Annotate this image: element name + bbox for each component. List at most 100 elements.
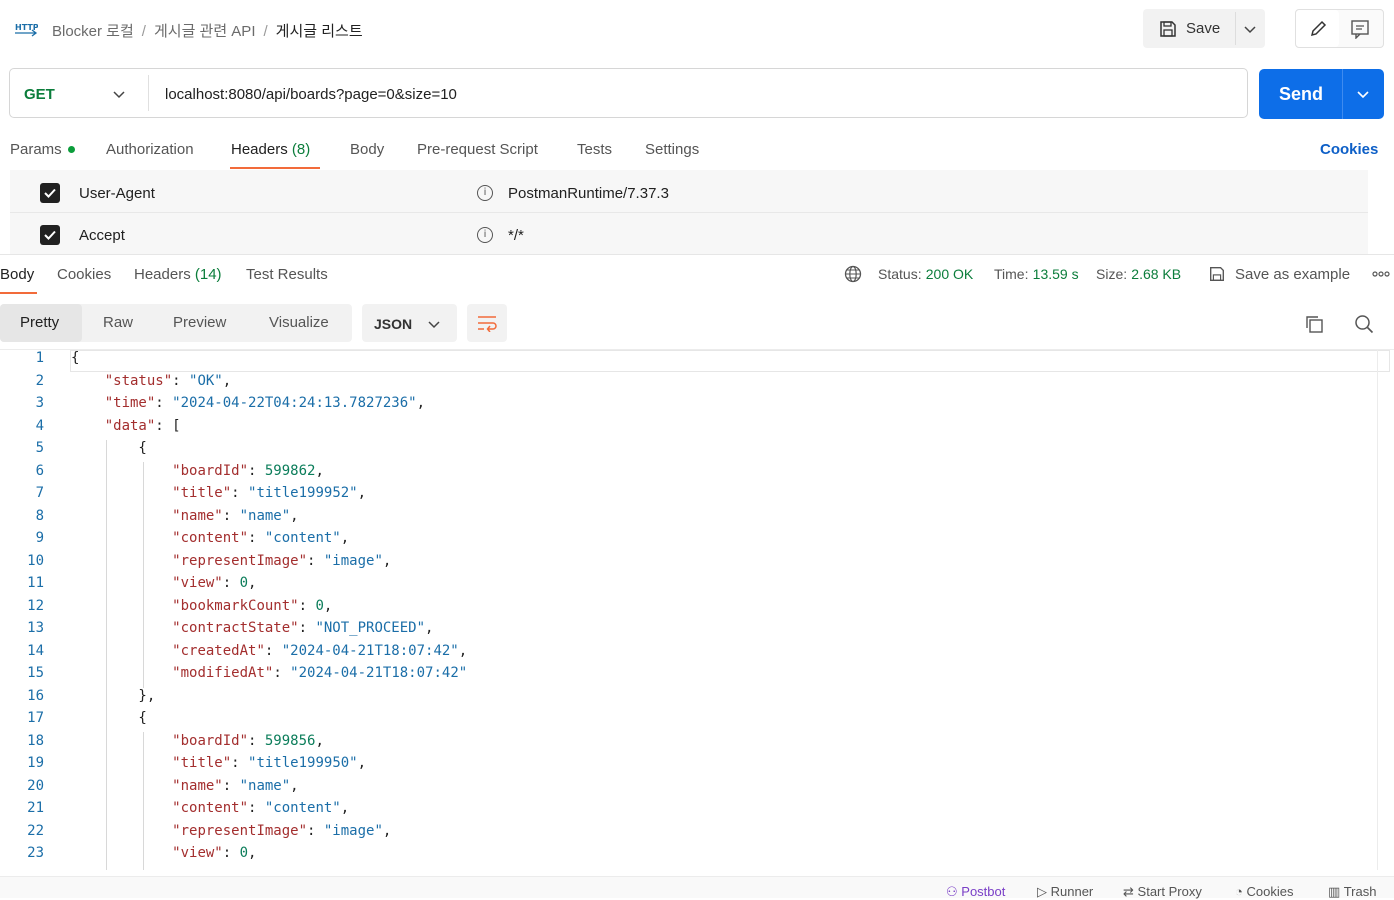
code-line: "content": "content", (172, 800, 350, 816)
view-mode-visualize[interactable]: Visualize (269, 314, 329, 331)
code-line: "view": 0, (172, 575, 257, 591)
url-input[interactable]: localhost:8080/api/boards?page=0&size=10 (165, 86, 457, 103)
status-label: Status: (878, 266, 922, 282)
code-line: { (71, 350, 80, 366)
comment-icon[interactable] (1350, 19, 1370, 39)
send-button[interactable]: Send (1259, 69, 1384, 119)
tab-headers-label: Headers (231, 141, 288, 158)
svg-text:HTTP: HTTP (15, 23, 38, 32)
response-tab-body[interactable]: Body (0, 266, 34, 283)
view-mode-pretty[interactable]: Pretty (20, 314, 59, 331)
save-button[interactable]: Save (1143, 9, 1235, 48)
save-icon (1160, 21, 1176, 37)
response-tab-headers-count: (14) (194, 266, 222, 283)
chevron-down-icon[interactable] (1243, 22, 1257, 36)
line-number: 13 (27, 620, 44, 636)
view-mode-raw[interactable]: Raw (103, 314, 133, 331)
line-number: 19 (27, 755, 44, 771)
pencil-icon (1310, 20, 1327, 37)
line-number: 21 (27, 800, 44, 816)
breadcrumb-separator: / (263, 23, 268, 40)
code-line: }, (71, 687, 156, 704)
tab-params[interactable]: Params (10, 141, 62, 158)
header-value[interactable]: PostmanRuntime/7.37.3 (508, 185, 669, 202)
tab-body[interactable]: Body (350, 141, 384, 158)
more-options-icon[interactable] (1372, 270, 1390, 278)
trash-button[interactable]: ▥ Trash (1328, 884, 1376, 900)
header-row-checkbox[interactable] (40, 183, 60, 203)
save-as-example-button[interactable]: Save as example (1208, 264, 1358, 284)
code-line: "status": "OK", (104, 372, 232, 389)
line-number: 4 (35, 417, 44, 434)
response-tab-cookies[interactable]: Cookies (57, 266, 111, 283)
code-line: "bookmarkCount": 0, (172, 597, 333, 614)
search-icon[interactable] (1354, 314, 1374, 334)
code-line: { (71, 440, 147, 456)
response-tab-test-results[interactable]: Test Results (246, 266, 328, 283)
response-time[interactable]: Time: 13.59 s (994, 266, 1079, 283)
code-line: "view": 0, (172, 845, 257, 861)
header-value[interactable]: */* (508, 227, 524, 244)
wrap-lines-icon (478, 316, 497, 332)
http-icon: HTTP (15, 23, 38, 37)
breadcrumb-workspace[interactable]: Blocker 로컬 (52, 23, 134, 40)
editor-scrollbar[interactable] (1377, 350, 1394, 870)
tab-settings[interactable]: Settings (645, 141, 699, 158)
code-line: "boardId": 599862, (172, 462, 324, 479)
line-number: 18 (27, 732, 44, 749)
cookies-link[interactable]: Cookies (1320, 141, 1378, 158)
edit-button[interactable] (1296, 10, 1339, 47)
line-number: 9 (35, 530, 44, 546)
divider (1342, 69, 1343, 119)
send-label: Send (1279, 84, 1324, 104)
line-number: 6 (35, 462, 44, 479)
line-number: 12 (27, 597, 44, 614)
line-number: 17 (27, 710, 44, 726)
active-line-highlight (70, 350, 1390, 372)
code-line: "createdAt": "2024-04-21T18:07:42", (172, 642, 468, 659)
divider (148, 75, 149, 111)
line-number: 23 (27, 845, 44, 861)
line-number: 14 (27, 642, 44, 659)
check-icon (44, 230, 56, 240)
postbot-button[interactable]: ⚇ Postbot (946, 884, 1005, 900)
code-line: "contractState": "NOT_PROCEED", (172, 620, 434, 636)
line-number: 16 (27, 687, 44, 704)
size-value: 2.68 KB (1131, 266, 1182, 282)
tab-headers[interactable]: Headers (8) (231, 141, 310, 158)
code-line: "name": "name", (172, 777, 299, 794)
breadcrumb: Blocker 로컬 / 게시글 관련 API / 게시글 리스트 (52, 20, 363, 41)
row-divider (10, 212, 1368, 213)
breadcrumb-current[interactable]: 게시글 리스트 (276, 23, 363, 40)
code-line: { (71, 710, 147, 726)
line-number: 22 (27, 822, 44, 839)
format-select[interactable]: JSON (362, 304, 457, 342)
response-size[interactable]: Size: 2.68 KB (1096, 266, 1181, 283)
chevron-down-icon[interactable] (1356, 87, 1370, 101)
copy-icon[interactable] (1304, 314, 1324, 334)
start-proxy-button[interactable]: ⇄ Start Proxy (1123, 884, 1202, 900)
wrap-lines-button[interactable] (467, 304, 507, 342)
chevron-down-icon (428, 321, 440, 329)
header-key[interactable]: Accept (79, 227, 125, 244)
pane-divider[interactable] (0, 254, 1394, 255)
header-key[interactable]: User-Agent (79, 185, 155, 202)
code-line: "title": "title199952", (172, 485, 367, 501)
globe-icon[interactable] (844, 265, 862, 283)
header-row-checkbox[interactable] (40, 225, 60, 245)
view-mode-preview[interactable]: Preview (173, 314, 226, 331)
tab-tests[interactable]: Tests (577, 141, 612, 158)
line-number: 1 (35, 350, 44, 366)
breadcrumb-folder[interactable]: 게시글 관련 API (154, 23, 256, 40)
code-line: "modifiedAt": "2024-04-21T18:07:42" (172, 665, 468, 681)
status-value: 200 OK (925, 266, 974, 282)
response-tab-headers[interactable]: Headers (14) (134, 266, 222, 283)
method-select[interactable]: GET (10, 69, 140, 117)
response-status[interactable]: Status: 200 OK (878, 266, 973, 283)
code-line: "representImage": "image", (172, 552, 392, 569)
tab-authorization[interactable]: Authorization (106, 141, 194, 158)
runner-button[interactable]: ▷ Runner (1037, 884, 1093, 900)
tab-prerequest-script[interactable]: Pre-request Script (417, 141, 538, 158)
tab-active-underline (230, 167, 320, 169)
tab-headers-count: (8) (291, 141, 311, 158)
